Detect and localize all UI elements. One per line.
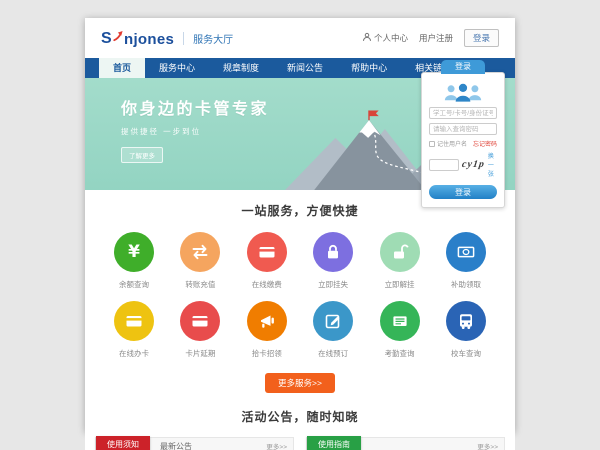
services-section: 一站服务，方便快捷 ¥余额查询转账充值在线缴费立即挂失立即解挂补助领取 在线办卡… — [85, 190, 515, 393]
yen-icon: ¥ — [114, 232, 154, 272]
login-panel: 登录 记住用户名 忘记密码 cy1p 换一张 登录 — [421, 72, 505, 208]
logo-arrow-icon — [113, 29, 123, 46]
user-register-link[interactable]: 用户注册 — [419, 32, 453, 44]
service-label: 补助领取 — [441, 279, 491, 290]
nav-item-2[interactable]: 规章制度 — [209, 58, 273, 78]
header: S njones 服务大厅 个人中心 用户注册 登录 — [85, 18, 515, 58]
service-label: 转账充值 — [175, 279, 225, 290]
transfer-arrows-icon — [180, 232, 220, 272]
service-label: 在线办卡 — [109, 348, 159, 359]
header-login-button[interactable]: 登录 — [464, 29, 499, 47]
service-item[interactable]: 立即解挂 — [375, 232, 425, 290]
unlock-icon — [380, 232, 420, 272]
nav-item-3[interactable]: 新闻公告 — [273, 58, 337, 78]
password-input[interactable] — [429, 123, 497, 135]
bank-card-icon — [247, 232, 287, 272]
announcements-title: 活动公告，随时知晓 — [85, 408, 515, 425]
service-item[interactable]: 在线办卡 — [109, 301, 159, 359]
service-label: 拾卡招领 — [242, 348, 292, 359]
service-item[interactable]: 立即挂失 — [308, 232, 358, 290]
users-icon — [442, 81, 484, 103]
more-services-button[interactable]: 更多服务>> — [265, 373, 335, 393]
logo[interactable]: S njones — [101, 29, 174, 48]
currency-glyph: ¥ — [128, 242, 140, 262]
service-row: ¥ 余额查询 转账充值 在线缴费 立即挂失 立即解挂 补助领取 — [85, 232, 515, 290]
guide-panel-header: 使用指南 更多>> — [307, 438, 504, 450]
banner-cta-button[interactable]: 了解更多 — [121, 147, 163, 163]
notice-ribbon[interactable]: 使用须知 — [96, 436, 150, 450]
remember-label: 记住用户名 — [437, 139, 467, 148]
service-item[interactable]: 补助领取 — [441, 232, 491, 290]
username-input[interactable] — [429, 107, 497, 119]
service-row: 在线办卡 卡片延期 拾卡招领 在线预订 考勤查询 校车查询 — [85, 301, 515, 359]
logo-text-s: S — [101, 30, 112, 48]
service-label: 校车查询 — [441, 348, 491, 359]
logo-divider — [183, 32, 184, 45]
lock-icon — [313, 232, 353, 272]
banner-text: 你身边的卡管专家 提供捷径 一步到位 了解更多 — [121, 95, 269, 163]
page: S njones 服务大厅 个人中心 用户注册 登录 首页服务中心规章制度新闻公… — [85, 18, 515, 432]
remember-row: 记住用户名 忘记密码 — [429, 139, 497, 148]
site-name: 服务大厅 — [193, 31, 233, 46]
service-item[interactable]: 在线缴费 — [242, 232, 292, 290]
captcha-input[interactable] — [429, 159, 459, 171]
megaphone-icon — [247, 301, 287, 341]
bank-card-icon — [114, 301, 154, 341]
service-item[interactable]: 考勤查询 — [375, 301, 425, 359]
service-label: 立即解挂 — [375, 279, 425, 290]
captcha-row: cy1p 换一张 — [429, 151, 497, 178]
banner-heading: 你身边的卡管专家 — [121, 95, 269, 119]
login-tab[interactable]: 登录 — [441, 60, 485, 74]
personal-center-link[interactable]: 个人中心 — [362, 32, 408, 44]
banner-subheading: 提供捷径 一步到位 — [121, 126, 269, 137]
captcha-refresh-link[interactable]: 换一张 — [488, 151, 497, 178]
person-icon — [362, 32, 372, 44]
captcha-image[interactable]: cy1p — [461, 159, 485, 170]
forgot-password-link[interactable]: 忘记密码 — [473, 139, 497, 148]
latest-announcements-tab[interactable]: 最新公告 — [160, 441, 192, 450]
service-item[interactable]: 拾卡招领 — [242, 301, 292, 359]
banknote-icon — [446, 232, 486, 272]
bank-card-icon — [180, 301, 220, 341]
list-icon — [380, 301, 420, 341]
nav-item-1[interactable]: 服务中心 — [145, 58, 209, 78]
personal-center-label: 个人中心 — [374, 32, 408, 44]
service-label: 立即挂失 — [308, 279, 358, 290]
service-label: 在线缴费 — [242, 279, 292, 290]
announcement-panels: 使用须知 最新公告 更多>> 使用指南 更多>> — [85, 437, 515, 450]
notice-panel-header: 使用须知 最新公告 更多>> — [96, 438, 293, 450]
guide-ribbon[interactable]: 使用指南 — [307, 436, 361, 450]
remember-checkbox[interactable] — [429, 141, 435, 147]
header-right: 个人中心 用户注册 登录 — [362, 29, 499, 47]
edit-icon — [313, 301, 353, 341]
service-item[interactable]: 转账充值 — [175, 232, 225, 290]
service-item[interactable]: 卡片延期 — [175, 301, 225, 359]
guide-panel: 使用指南 更多>> — [306, 437, 505, 450]
login-submit-button[interactable]: 登录 — [429, 185, 497, 199]
nav-item-0[interactable]: 首页 — [99, 58, 145, 78]
logo-text-rest: njones — [124, 31, 174, 48]
bus-icon — [446, 301, 486, 341]
service-item[interactable]: 校车查询 — [441, 301, 491, 359]
service-item[interactable]: ¥ 余额查询 — [109, 232, 159, 290]
nav-item-4[interactable]: 帮助中心 — [337, 58, 401, 78]
notice-more-link[interactable]: 更多>> — [266, 441, 287, 450]
service-label: 在线预订 — [308, 348, 358, 359]
service-label: 考勤查询 — [375, 348, 425, 359]
service-item[interactable]: 在线预订 — [308, 301, 358, 359]
notice-panel: 使用须知 最新公告 更多>> — [95, 437, 294, 450]
service-label: 卡片延期 — [175, 348, 225, 359]
user-register-label: 用户注册 — [419, 32, 453, 44]
service-label: 余额查询 — [109, 279, 159, 290]
hero-banner: 你身边的卡管专家 提供捷径 一步到位 了解更多 登录 — [85, 78, 515, 190]
announcements-section: 活动公告，随时知晓 使用须知 最新公告 更多>> 使用指南 更多>> — [85, 393, 515, 450]
guide-more-link[interactable]: 更多>> — [477, 441, 498, 450]
